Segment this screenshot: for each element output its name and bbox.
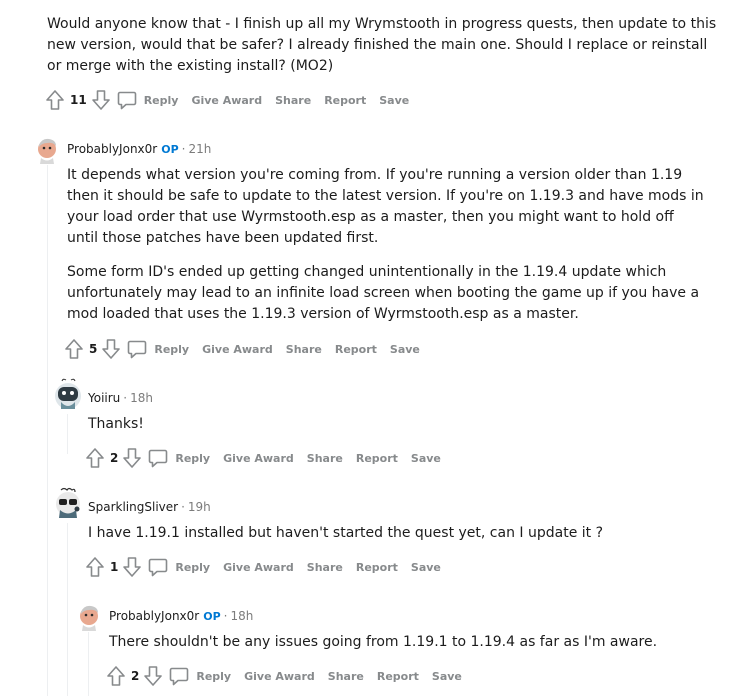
downvote-icon[interactable] <box>101 338 121 360</box>
report-button[interactable]: Report <box>356 452 398 465</box>
comment-actions: 5 Reply Give Award Share Report Save <box>64 337 420 361</box>
comment-icon <box>117 91 137 110</box>
avatar[interactable] <box>53 487 83 521</box>
vote-score: 2 <box>110 451 119 465</box>
comment-text: Would anyone know that - I finish up all… <box>47 16 717 74</box>
meta-separator: · <box>123 391 128 405</box>
comment-actions: 2 Reply Give Award Share Report Save <box>85 446 441 470</box>
upvote-icon[interactable] <box>45 89 65 111</box>
timestamp[interactable]: 18h <box>130 391 153 405</box>
timestamp[interactable]: 19h <box>188 500 211 514</box>
comment-meta: SparklingSliver · 19h <box>88 500 211 514</box>
reply-button[interactable]: Reply <box>127 339 189 359</box>
author-name[interactable]: SparklingSliver <box>88 500 178 514</box>
avatar[interactable] <box>33 136 61 164</box>
reply-button[interactable]: Reply <box>169 666 231 686</box>
give-award-button[interactable]: Give Award <box>223 452 294 465</box>
comment-icon <box>149 449 168 468</box>
downvote-icon[interactable] <box>122 556 142 578</box>
comment-body: It depends what version you're coming fr… <box>67 165 707 338</box>
timestamp[interactable]: 18h <box>230 609 253 623</box>
reply-label: Reply <box>196 669 232 683</box>
comment-paragraph: I have 1.19.1 installed but haven't star… <box>88 525 604 541</box>
share-button[interactable]: Share <box>307 452 343 465</box>
comment-paragraph: Some form ID's ended up getting changed … <box>67 264 700 322</box>
vote-score: 2 <box>131 669 140 683</box>
author-name[interactable]: ProbablyJonx0r <box>67 142 157 156</box>
comment-actions: 11 Reply Give Award Share Report Save <box>45 88 409 112</box>
downvote-icon[interactable] <box>122 447 142 469</box>
save-button[interactable]: Save <box>390 343 420 356</box>
reply-button[interactable]: Reply <box>148 448 210 468</box>
save-button[interactable]: Save <box>379 94 409 107</box>
upvote-icon[interactable] <box>85 447 105 469</box>
meta-separator: · <box>223 609 228 623</box>
comment-body: Would anyone know that - I finish up all… <box>47 14 717 90</box>
save-button[interactable]: Save <box>411 452 441 465</box>
comment-actions: 2 Reply Give Award Share Report Save <box>106 664 462 688</box>
thread-line[interactable] <box>67 414 68 454</box>
reply-label: Reply <box>175 560 211 574</box>
meta-separator: · <box>181 142 186 156</box>
report-button[interactable]: Report <box>377 670 419 683</box>
thread-line[interactable] <box>67 523 68 696</box>
upvote-icon[interactable] <box>106 665 126 687</box>
share-button[interactable]: Share <box>286 343 322 356</box>
avatar[interactable] <box>75 603 103 631</box>
upvote-icon[interactable] <box>64 338 84 360</box>
comment-meta: ProbablyJonx0r OP · 18h <box>109 609 253 623</box>
comment-body: Thanks! <box>88 414 688 448</box>
give-award-button[interactable]: Give Award <box>191 94 262 107</box>
comment-icon <box>149 558 168 577</box>
thread-line[interactable] <box>88 632 89 696</box>
report-button[interactable]: Report <box>324 94 366 107</box>
downvote-icon[interactable] <box>91 89 111 111</box>
share-button[interactable]: Share <box>275 94 311 107</box>
reply-button[interactable]: Reply <box>117 90 179 110</box>
author-name[interactable]: ProbablyJonx0r <box>109 609 199 623</box>
give-award-button[interactable]: Give Award <box>202 343 273 356</box>
vote-score: 1 <box>110 560 119 574</box>
op-badge: OP <box>161 142 179 156</box>
timestamp[interactable]: 21h <box>188 142 211 156</box>
reply-button[interactable]: Reply <box>148 557 210 577</box>
comment-body: I have 1.19.1 installed but haven't star… <box>88 523 708 557</box>
give-award-button[interactable]: Give Award <box>244 670 315 683</box>
vote-score: 5 <box>89 342 98 356</box>
comment-paragraph: It depends what version you're coming fr… <box>67 167 704 246</box>
give-award-button[interactable]: Give Award <box>223 561 294 574</box>
report-button[interactable]: Report <box>335 343 377 356</box>
comment-meta: ProbablyJonx0r OP · 21h <box>67 142 211 156</box>
comment-icon <box>128 340 147 359</box>
avatar[interactable] <box>53 378 83 412</box>
downvote-icon[interactable] <box>143 665 163 687</box>
comment-body: There shouldn't be any issues going from… <box>109 632 709 666</box>
comment-paragraph: Thanks! <box>88 416 144 432</box>
vote-score: 11 <box>70 93 87 107</box>
comment-actions: 1 Reply Give Award Share Report Save <box>85 555 441 579</box>
save-button[interactable]: Save <box>411 561 441 574</box>
comment-meta: Yoiiru · 18h <box>88 391 153 405</box>
upvote-icon[interactable] <box>85 556 105 578</box>
reply-label: Reply <box>143 93 179 107</box>
reply-label: Reply <box>175 451 211 465</box>
thread-line[interactable] <box>47 165 48 696</box>
save-button[interactable]: Save <box>432 670 462 683</box>
meta-separator: · <box>181 500 185 514</box>
share-button[interactable]: Share <box>328 670 364 683</box>
op-badge: OP <box>203 609 221 623</box>
report-button[interactable]: Report <box>356 561 398 574</box>
comment-icon <box>170 667 189 686</box>
reply-label: Reply <box>154 342 190 356</box>
comment-paragraph: There shouldn't be any issues going from… <box>109 634 658 650</box>
author-name[interactable]: Yoiiru <box>88 391 120 405</box>
share-button[interactable]: Share <box>307 561 343 574</box>
